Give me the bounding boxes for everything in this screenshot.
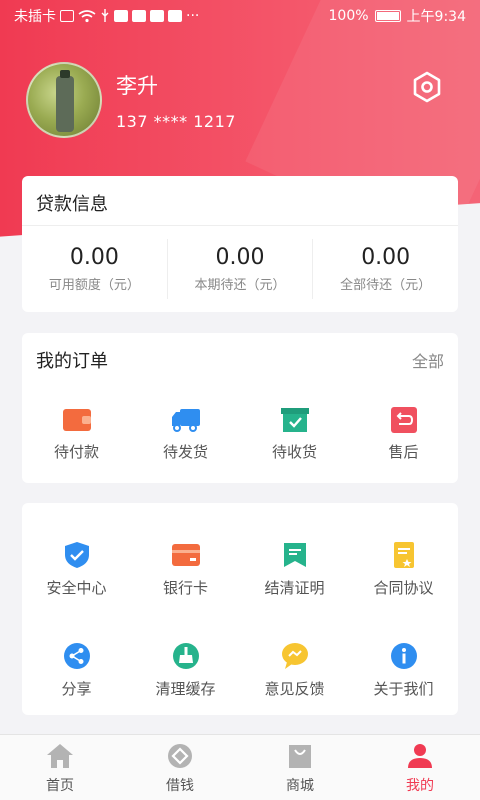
my-orders-title: 我的订单 — [36, 351, 108, 372]
loan-info-title: 贷款信息 — [22, 176, 458, 226]
bank-card[interactable]: 银行卡 — [131, 541, 240, 598]
news-icon — [168, 10, 182, 22]
tab-home[interactable]: 首页 — [0, 735, 120, 800]
info-icon — [390, 643, 417, 669]
feedback[interactable]: 意见反馈 — [240, 642, 349, 699]
all-orders-link[interactable]: 全部 — [412, 348, 444, 372]
broom-icon — [172, 643, 199, 669]
box-check-icon — [280, 408, 309, 432]
tab-label: 首页 — [46, 778, 74, 794]
order-pending-payment[interactable]: 待付款 — [22, 407, 131, 462]
settings-icon[interactable] — [410, 70, 444, 104]
service-label: 分享 — [61, 680, 92, 698]
home-icon — [47, 744, 73, 768]
shop-bag-icon — [289, 745, 311, 768]
stat-value: 0.00 — [215, 245, 265, 270]
service-label: 安全中心 — [46, 579, 107, 597]
share[interactable]: 分享 — [22, 642, 131, 699]
service-label: 结清证明 — [264, 579, 325, 597]
book-icon — [132, 10, 146, 22]
user-icon — [408, 744, 432, 768]
bank-card-icon — [171, 544, 200, 566]
service-label: 清理缓存 — [155, 680, 216, 698]
stat-label: 全部待还（元） — [340, 278, 432, 293]
clock: 上午9:34 — [406, 9, 466, 25]
tab-label: 商城 — [286, 778, 314, 794]
my-orders-card: 我的订单 全部 待付款 待发货 待收货 售后 — [22, 333, 458, 483]
shield-icon — [64, 542, 89, 568]
order-pending-shipment[interactable]: 待发货 — [131, 407, 240, 462]
battery-percent: 100% — [328, 8, 369, 24]
order-label: 待收货 — [271, 443, 317, 461]
usb-icon — [101, 9, 109, 22]
order-after-sales[interactable]: 售后 — [349, 407, 458, 462]
about-us[interactable]: 关于我们 — [349, 642, 458, 699]
user-name: 李升 — [116, 73, 158, 98]
battery-icon — [374, 10, 401, 22]
status-bar: 未插卡 ··· 100% 上午9:34 — [0, 0, 480, 32]
service-label: 合同协议 — [373, 579, 434, 597]
tab-borrow[interactable]: 借钱 — [120, 735, 240, 800]
contract-icon — [393, 542, 414, 568]
stat-label: 本期待还（元） — [194, 278, 286, 293]
wallet-icon — [62, 409, 91, 431]
order-label: 售后 — [388, 443, 419, 461]
sim-alert-icon — [60, 10, 74, 22]
contract-agreement[interactable]: 合同协议 — [349, 541, 458, 598]
service-label: 银行卡 — [162, 579, 208, 597]
truck-icon — [171, 409, 200, 432]
carrier-text: 未插卡 — [14, 9, 56, 25]
settlement-certificate[interactable]: 结清证明 — [240, 541, 349, 598]
available-credit-stat[interactable]: 0.00 可用额度（元） — [22, 239, 168, 299]
order-label: 待付款 — [53, 443, 99, 461]
mail-icon — [114, 10, 128, 22]
share-icon — [63, 643, 90, 669]
loan-info-card: 贷款信息 0.00 可用额度（元） 0.00 本期待还（元） 0.00 全部待还… — [22, 176, 458, 312]
stat-value: 0.00 — [361, 245, 411, 270]
profile-header[interactable]: 李升 137 **** 1217 — [26, 62, 236, 138]
stat-value: 0.00 — [69, 245, 119, 270]
tab-mine[interactable]: 我的 — [360, 735, 480, 800]
wifi-icon — [78, 9, 96, 22]
clear-cache[interactable]: 清理缓存 — [131, 642, 240, 699]
security-center[interactable]: 安全中心 — [22, 541, 131, 598]
service-label: 关于我们 — [373, 680, 434, 698]
current-due-stat[interactable]: 0.00 本期待还（元） — [168, 239, 314, 299]
tab-shop[interactable]: 商城 — [240, 735, 360, 800]
total-due-stat[interactable]: 0.00 全部待还（元） — [313, 239, 458, 299]
borrow-icon — [168, 744, 192, 768]
more-notifications: ··· — [186, 8, 200, 24]
bottom-tab-bar: 首页 借钱 商城 我的 — [0, 734, 480, 800]
tab-label: 我的 — [406, 778, 434, 794]
order-pending-receipt[interactable]: 待收货 — [240, 407, 349, 462]
return-icon — [390, 407, 417, 433]
service-label: 意见反馈 — [264, 680, 325, 698]
order-label: 待发货 — [162, 443, 208, 461]
stat-label: 可用额度（元） — [48, 278, 140, 293]
tab-label: 借钱 — [166, 778, 194, 794]
user-phone: 137 **** 1217 — [116, 111, 236, 131]
certificate-icon — [283, 543, 306, 567]
feedback-icon — [281, 643, 308, 669]
app-icon — [150, 10, 164, 22]
services-card: 安全中心 银行卡 结清证明 合同协议 分享 清理缓存 意见反馈 关于我们 — [22, 503, 458, 715]
avatar[interactable] — [26, 62, 102, 138]
